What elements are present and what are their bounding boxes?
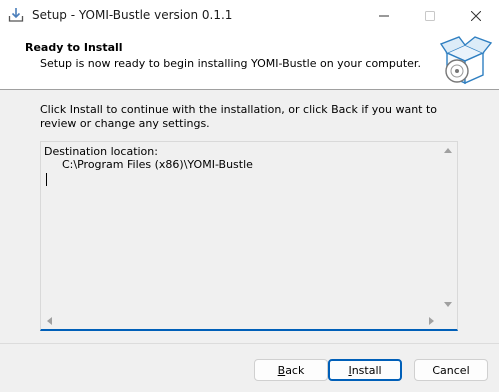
vertical-scrollbar[interactable] (440, 142, 457, 313)
text-caret (46, 173, 47, 186)
back-accelerator: B (277, 363, 286, 377)
scrollbar-corner (440, 312, 457, 329)
maximize-button (407, 0, 453, 32)
minimize-button[interactable] (361, 0, 407, 32)
scroll-down-icon[interactable] (444, 302, 452, 307)
installer-box-icon (439, 36, 493, 85)
summary-memo[interactable]: Destination location: C:\Program Files (… (40, 141, 458, 331)
instruction-text: Click Install to continue with the insta… (40, 103, 438, 130)
horizontal-scrollbar[interactable] (41, 312, 440, 329)
wizard-header: Ready to Install Setup is now ready to b… (0, 32, 499, 90)
close-button[interactable] (453, 0, 499, 32)
maximize-icon (425, 11, 435, 21)
memo-content: Destination location: C:\Program Files (… (44, 145, 439, 312)
footer-divider (0, 343, 499, 344)
window-title: Setup - YOMI-Bustle version 0.1.1 (32, 8, 233, 22)
destination-label: Destination location: (44, 145, 158, 158)
cancel-button[interactable]: Cancel (414, 359, 488, 381)
back-label-rest: ack (285, 363, 305, 377)
install-label-rest: nstall (351, 363, 382, 377)
scroll-right-icon[interactable] (429, 317, 434, 325)
setup-download-icon (8, 8, 24, 22)
scroll-left-icon[interactable] (47, 317, 52, 325)
scroll-up-icon[interactable] (444, 148, 452, 153)
minimize-icon (379, 15, 389, 17)
destination-path: C:\Program Files (x86)\YOMI-Bustle (62, 158, 253, 171)
page-subtitle: Setup is now ready to begin installing Y… (40, 57, 421, 70)
back-button[interactable]: Back (254, 359, 328, 381)
page-title: Ready to Install (25, 41, 123, 54)
install-button[interactable]: Install (328, 359, 402, 381)
close-icon (471, 11, 481, 21)
title-bar: Setup - YOMI-Bustle version 0.1.1 (0, 0, 499, 32)
